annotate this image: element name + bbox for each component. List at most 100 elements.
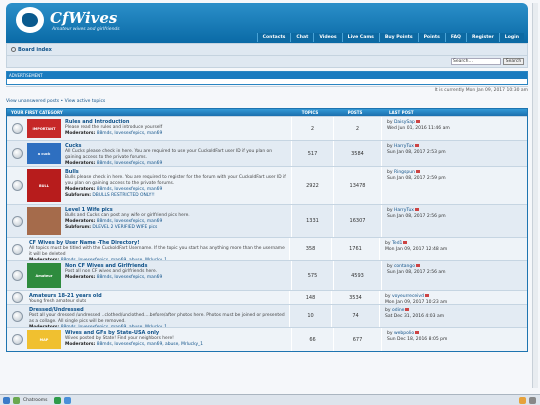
chat-icon[interactable] [13, 396, 20, 404]
top-nav: Contacts Chat Videos Live Cams Buy Points Poi… [256, 33, 524, 42]
forum-row[interactable]: BULL Bulls Bulls please check in here. Y… [7, 166, 527, 204]
thumbnail-text: Amateur [35, 273, 53, 278]
forum-info: Dressed/Undressed Post all your dressed … [27, 305, 289, 330]
view-latest-post-icon[interactable] [424, 294, 429, 297]
settings-icon[interactable] [529, 396, 536, 404]
forum-read-icon [11, 123, 23, 134]
forum-thumbnail[interactable]: a cuck [27, 143, 61, 164]
forum-info: Amateurs 18-21 years old Young fresh ama… [27, 291, 289, 310]
nav-login[interactable]: Login [498, 33, 524, 42]
forum-read-icon [11, 180, 23, 191]
forum-read-icon [11, 215, 23, 227]
view-latest-post-icon[interactable] [405, 308, 410, 311]
subforum-link[interactable]: DLEVEL 2 VERIFIED WIFE pics [92, 225, 157, 230]
forum-read-icon [11, 243, 23, 255]
last-post-author[interactable]: webpolio [394, 331, 414, 336]
forum-thumbnail[interactable]: Amateur [27, 263, 61, 288]
forum-row[interactable]: Dressed/Undressed Post all your dressed … [7, 304, 527, 330]
last-post: by contango Sun Jan 08, 2017 2:56 am [381, 261, 527, 290]
forum-thumbnail[interactable]: BULL [27, 169, 61, 202]
view-latest-post-icon[interactable] [414, 208, 419, 211]
subforum-link[interactable]: DBULLS RESTRICTED ONLY!! [92, 193, 154, 198]
moderators-list[interactable]: 88mds, lovesexfepics, man69 [97, 187, 163, 192]
moderators-list[interactable]: 88mds, lovesexfepics, man69 [97, 275, 163, 280]
nav-buy-points[interactable]: Buy Points [378, 33, 418, 42]
view-latest-post-icon[interactable] [415, 331, 420, 334]
moderators-list[interactable]: 88mds, lovesexfepics, man69 [97, 131, 163, 136]
last-post-date: Sun Jan 08, 2017 2:56 pm [387, 214, 446, 219]
forum-description: Bulls please check in here. You are requ… [65, 175, 286, 186]
nav-chat[interactable]: Chat [290, 33, 314, 42]
view-links[interactable]: View unanswered posts • View active topi… [6, 99, 528, 106]
search-button[interactable]: Search [503, 58, 524, 65]
breadcrumb-board-index[interactable]: Board index [18, 47, 52, 53]
last-post-author[interactable]: voyeurreceivd [392, 294, 424, 299]
last-post-author[interactable]: contango [394, 264, 415, 269]
last-post-author[interactable]: HarryTux [394, 208, 414, 213]
topics-count: 2922 [291, 167, 333, 204]
chatrooms-label[interactable]: Chatrooms [23, 398, 48, 403]
header-topics: TOPICS [301, 110, 319, 115]
view-latest-post-icon[interactable] [415, 170, 420, 173]
moderators-list[interactable]: 88mds, lovesexfepics, man69, abuse, Mrlu… [97, 342, 203, 347]
posts-count: 2 [333, 117, 381, 140]
topics-count: 2 [291, 117, 333, 140]
last-post-author[interactable]: HarryTux [394, 144, 414, 149]
forum-row[interactable]: CF Wives by User Name -The Directory! Al… [7, 237, 527, 263]
site-logo[interactable] [16, 7, 44, 33]
last-post-author[interactable]: DaisySap [394, 120, 415, 125]
moderators-list[interactable]: 88mds, lovesexfepics, man69 [97, 219, 163, 224]
forum-description: Post all your dressed /undressed ..cloth… [29, 313, 285, 324]
view-latest-post-icon[interactable] [416, 264, 421, 267]
page-scrollbar[interactable] [532, 3, 538, 388]
posts-count: 4593 [333, 261, 381, 290]
network-icon[interactable] [3, 396, 10, 404]
last-post: by Ringspun Sun Jan 08, 2017 2:59 pm [381, 167, 527, 204]
warning-icon[interactable] [519, 396, 526, 404]
nav-videos[interactable]: Videos [313, 33, 342, 42]
nav-register[interactable]: Register [465, 33, 499, 42]
arrow-icon[interactable] [63, 396, 71, 404]
forum-row[interactable]: Level 1 Wife pics Bulls and Cucks can po… [7, 204, 527, 237]
forum-row[interactable]: Amateurs 18-21 years old Young fresh ama… [7, 290, 527, 310]
forum-thumbnail[interactable] [27, 207, 61, 235]
forum-read-icon [11, 270, 23, 281]
forum-info: Wives and GFs by State-USA only Wives po… [63, 328, 291, 351]
forum-status-icon [7, 167, 27, 204]
view-latest-post-icon[interactable] [414, 144, 419, 147]
forum-read-icon [11, 148, 23, 159]
forum-thumbnail[interactable]: IMPORTANT [27, 119, 61, 138]
status-bar: Chatrooms [0, 394, 540, 405]
forum-thumbnail[interactable]: MAP [27, 330, 61, 349]
brand-name[interactable]: CfWives [50, 9, 117, 27]
forum-row[interactable]: IMPORTANT Rules and Introduction Please … [7, 116, 527, 140]
last-post-author[interactable]: Ringspun [394, 170, 415, 175]
forum-table: YOUR FIRST CATEGORY TOPICS POSTS LAST PO… [6, 108, 528, 352]
view-latest-post-icon[interactable] [415, 120, 420, 123]
nav-faq[interactable]: FAQ [444, 33, 466, 42]
app-icon[interactable] [53, 396, 61, 404]
last-post-author[interactable]: odine [392, 308, 404, 313]
forum-row[interactable]: MAP Wives and GFs by State-USA only Wive… [7, 327, 527, 351]
thumbnail-text: MAP [39, 337, 49, 342]
last-post-date: Sun Jan 08, 2017 2:59 pm [387, 176, 446, 181]
view-latest-post-icon[interactable] [403, 241, 408, 244]
last-post-author[interactable]: Ted1 [392, 241, 402, 246]
logo-mark-icon [22, 13, 38, 27]
forum-status-icon [7, 305, 27, 327]
nav-live-cams[interactable]: Live Cams [341, 33, 379, 42]
topics-count: 575 [291, 261, 333, 290]
last-post-date: Sat Dec 31, 2016 4:03 am [385, 314, 445, 319]
subforum-line: Subforum: DLEVEL 2 VERIFIED WIFE pics [65, 225, 158, 230]
nav-points[interactable]: Points [417, 33, 445, 42]
current-time: It is currently Mon Jan 09, 2017 10:30 a… [6, 86, 528, 93]
forum-row[interactable]: Amateur Non CF Wives and Girlfriends Pos… [7, 260, 527, 290]
moderators-line: Moderators: 88mds, lovesexfepics, man69 [65, 275, 163, 280]
search-input[interactable]: Search… [451, 58, 501, 65]
forum-status-icon [7, 205, 27, 237]
last-post-date: Sun Jan 08, 2017 2:53 pm [387, 150, 446, 155]
home-icon[interactable] [11, 47, 16, 52]
forum-row[interactable]: a cuck Cucks All Cucks please check in h… [7, 140, 527, 166]
nav-contacts[interactable]: Contacts [256, 33, 291, 42]
header-category[interactable]: YOUR FIRST CATEGORY [7, 109, 289, 116]
